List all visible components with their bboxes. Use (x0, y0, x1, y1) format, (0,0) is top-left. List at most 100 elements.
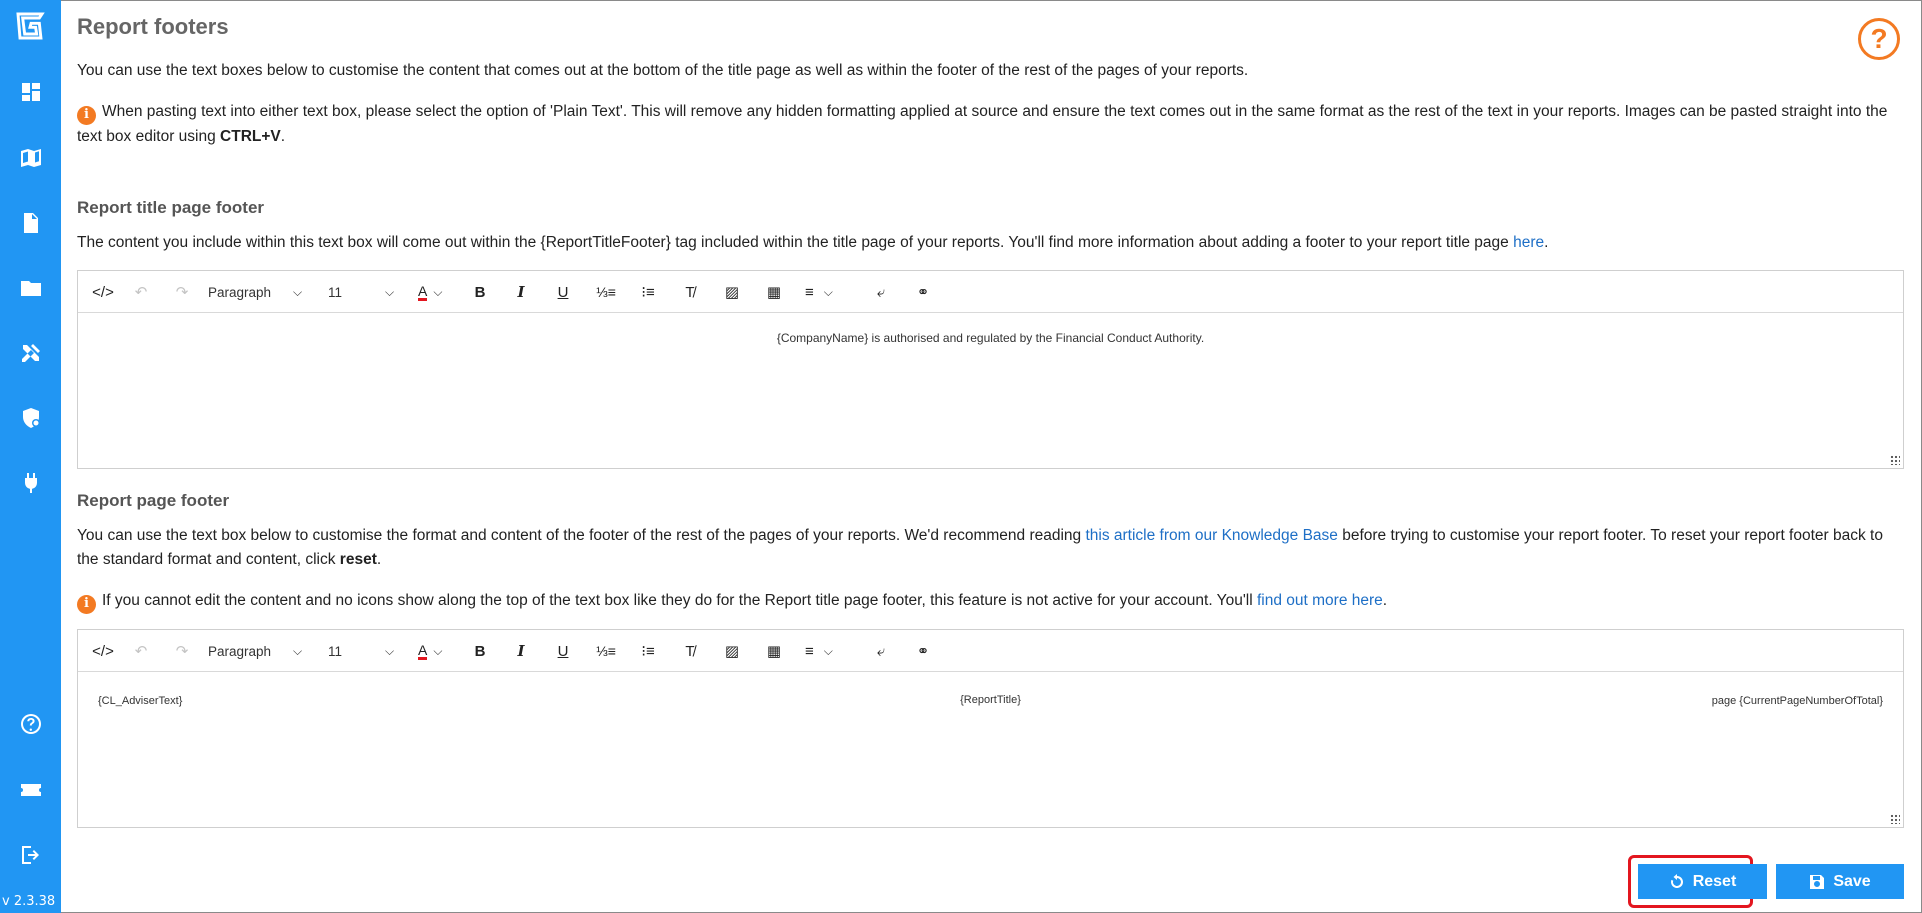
page-footer-note-text: If you cannot edit the content and no ic… (102, 592, 1253, 609)
editor-toolbar: </> ↶ ↷ Paragraph ⌵ 11 ⌵ A ⌵ B I U ⅓≡ ⁝≡ T̸… (78, 271, 1903, 313)
knowledge-base-link[interactable]: this article from our Knowledge Base (1085, 527, 1337, 544)
help-button[interactable]: ? (1858, 18, 1900, 60)
source-code-icon[interactable]: </> (90, 639, 116, 663)
underline-icon[interactable]: U (554, 280, 572, 304)
title-footer-text: {CompanyName} is authorised and regulate… (776, 331, 1205, 345)
font-size-select[interactable]: 11 ⌵ (328, 639, 408, 663)
bullet-list-icon[interactable]: ⁝≡ (637, 280, 659, 304)
link-icon[interactable]: ⚭ (912, 639, 934, 663)
paste-note: i When pasting text into either text box,… (77, 100, 1907, 149)
logout-icon[interactable] (14, 838, 47, 871)
undo-icon[interactable]: ↶ (130, 280, 152, 304)
logo-icon[interactable] (12, 8, 48, 44)
page-break-icon[interactable]: ⤶ (870, 639, 892, 663)
page-break-icon[interactable]: ⤶ (870, 280, 892, 304)
help-icon[interactable] (14, 707, 47, 740)
font-size-select[interactable]: 11 ⌵ (328, 280, 408, 304)
page-footer-desc-end: . (376, 551, 382, 568)
page-footer-desc-start: You can use the text box below to custom… (77, 527, 1082, 544)
title-footer-help-link[interactable]: here (1513, 234, 1544, 251)
title-footer-editor: </> ↶ ↷ Paragraph ⌵ 11 ⌵ A ⌵ B I U ⅓≡ ⁝≡ T̸… (77, 270, 1904, 469)
block-format-value: Paragraph (208, 284, 272, 300)
book-icon[interactable] (14, 141, 47, 174)
reset-label: Reset (1692, 872, 1737, 890)
page-footer-desc: You can use the text box below to custom… (77, 524, 1907, 572)
shield-icon[interactable] (14, 401, 47, 434)
ticket-icon[interactable] (14, 773, 47, 806)
chevron-down-icon: ⌵ (293, 284, 303, 299)
title-footer-desc: The content you include within this text… (77, 231, 1548, 255)
font-size-value: 11 (328, 643, 343, 659)
table-icon[interactable]: ▦ (763, 639, 785, 663)
chevron-down-icon: ⌵ (433, 643, 443, 658)
dashboard-icon[interactable] (14, 75, 47, 108)
chevron-down-icon: ⌵ (385, 284, 395, 299)
image-icon[interactable]: ▨ (721, 639, 743, 663)
sidebar: v 2.3.38 (0, 0, 61, 913)
document-icon[interactable] (14, 206, 47, 239)
footer-right-text: page {CurrentPageNumberOfTotal} (1711, 695, 1883, 707)
block-format-value: Paragraph (208, 643, 272, 659)
bold-icon[interactable]: B (471, 280, 489, 304)
page-footer-editor: </> ↶ ↷ Paragraph ⌵ 11 ⌵ A ⌵ B I U ⅓≡ ⁝≡ T̸… (77, 629, 1904, 828)
text-color-icon[interactable]: A ⌵ (418, 280, 458, 304)
numbered-list-icon[interactable]: ⅓≡ (595, 280, 617, 304)
save-button[interactable]: Save (1776, 864, 1904, 899)
title-footer-content[interactable]: {CompanyName} is authorised and regulate… (78, 313, 1903, 468)
title-footer-desc-end: . (1544, 234, 1549, 251)
question-mark-icon: ? (1870, 23, 1888, 54)
tools-icon[interactable] (14, 336, 47, 369)
paste-shortcut: CTRL+V (220, 127, 281, 145)
clear-formatting-icon[interactable]: T̸ (679, 639, 701, 663)
link-icon[interactable]: ⚭ (912, 280, 934, 304)
clear-formatting-icon[interactable]: T̸ (679, 280, 701, 304)
editor-toolbar: </> ↶ ↷ Paragraph ⌵ 11 ⌵ A ⌵ B I U ⅓≡ ⁝≡ T̸… (78, 630, 1903, 672)
source-code-icon[interactable]: </> (90, 280, 116, 304)
reset-icon (1670, 873, 1683, 888)
footer-center-text: {ReportTitle} (960, 694, 1021, 706)
font-size-value: 11 (328, 284, 343, 300)
info-icon: i (77, 594, 96, 614)
find-out-more-link[interactable]: find out more here (1257, 592, 1383, 609)
folder-icon[interactable] (14, 271, 47, 304)
intro-text: You can use the text boxes below to cust… (77, 62, 1249, 79)
page-footer-note: i If you cannot edit the content and no i… (77, 589, 1387, 614)
reset-button[interactable]: Reset (1638, 864, 1767, 899)
save-label: Save (1833, 872, 1871, 890)
title-footer-desc-text: The content you include within this text… (77, 234, 1509, 251)
underline-icon[interactable]: U (554, 639, 572, 663)
image-icon[interactable]: ▨ (721, 280, 743, 304)
align-icon[interactable]: ≡ ⌵ (805, 639, 849, 663)
chevron-down-icon: ⌵ (293, 643, 303, 658)
page-title: Report footers (77, 14, 229, 39)
redo-icon[interactable]: ↷ (171, 280, 193, 304)
bullet-list-icon[interactable]: ⁝≡ (637, 639, 659, 663)
chevron-down-icon: ⌵ (823, 643, 833, 658)
align-icon[interactable]: ≡ ⌵ (805, 280, 849, 304)
chevron-down-icon: ⌵ (433, 284, 443, 299)
chevron-down-icon: ⌵ (823, 284, 833, 299)
page-footer-content[interactable]: {CL_AdviserText} {ReportTitle} page {Cur… (78, 672, 1903, 827)
page-footer-note-end: . (1382, 592, 1388, 609)
block-format-select[interactable]: Paragraph ⌵ (208, 280, 312, 304)
table-icon[interactable]: ▦ (763, 280, 785, 304)
resize-handle[interactable] (1890, 455, 1900, 465)
resize-handle[interactable] (1890, 814, 1900, 824)
undo-icon[interactable]: ↶ (130, 639, 152, 663)
text-color-icon[interactable]: A ⌵ (418, 639, 458, 663)
bold-icon[interactable]: B (471, 639, 489, 663)
plug-icon[interactable] (14, 466, 47, 499)
main-content: Report footers ? You can use the text bo… (77, 0, 1905, 913)
italic-icon[interactable]: I (512, 280, 530, 304)
page-footer-heading: Report page footer (77, 491, 230, 510)
numbered-list-icon[interactable]: ⅓≡ (595, 639, 617, 663)
italic-icon[interactable]: I (512, 639, 530, 663)
info-icon: i (77, 105, 96, 125)
chevron-down-icon: ⌵ (385, 643, 395, 658)
save-icon (1810, 874, 1825, 889)
title-footer-heading: Report title page footer (77, 198, 265, 217)
paste-note-text: When pasting text into either text box, … (77, 103, 1888, 145)
redo-icon[interactable]: ↷ (171, 639, 193, 663)
block-format-select[interactable]: Paragraph ⌵ (208, 639, 312, 663)
version-label: v 2.3.38 (2, 894, 56, 909)
